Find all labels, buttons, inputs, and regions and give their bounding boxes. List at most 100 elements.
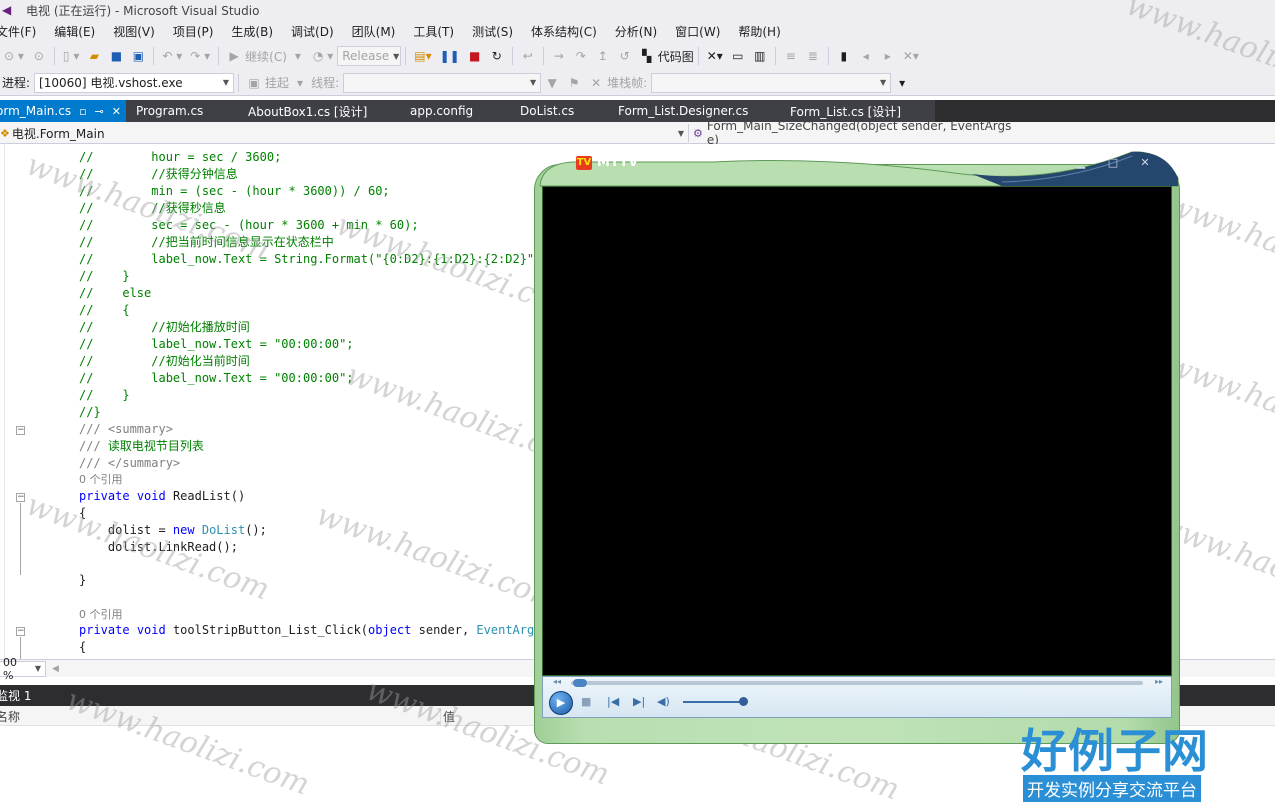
tab-label: Form_List.Designer.cs bbox=[618, 104, 749, 118]
scroll-left-icon[interactable]: ◀ bbox=[52, 664, 59, 674]
code-line: /// </summary> bbox=[79, 455, 180, 472]
step-into-icon[interactable]: → bbox=[550, 46, 568, 66]
save-all-icon[interactable]: ▣ bbox=[129, 46, 147, 66]
toolbar-separator bbox=[827, 47, 829, 65]
dropdown-icon[interactable]: ▾ bbox=[291, 73, 309, 93]
class-icon: ❖ bbox=[0, 126, 10, 140]
toolbar-separator bbox=[511, 47, 513, 65]
next-icon[interactable]: ▶| bbox=[633, 695, 645, 709]
show-next-statement-icon[interactable]: ↩ bbox=[519, 46, 537, 66]
code-line: /// <summary> bbox=[79, 421, 173, 438]
flag-icon[interactable]: ⚑ bbox=[565, 73, 583, 93]
next-bookmark-icon[interactable]: ▸ bbox=[879, 46, 897, 66]
previous-icon[interactable]: |◀ bbox=[607, 695, 619, 709]
minimize-icon[interactable]: ▁ bbox=[1074, 157, 1088, 169]
tab-form-main[interactable]: orm_Main.cs ▫ ⊸ ✕ bbox=[0, 100, 126, 122]
stop-debugging-icon[interactable]: ■ bbox=[466, 46, 484, 66]
menu-tools[interactable]: 工具(T) bbox=[405, 23, 464, 40]
threads-icon[interactable]: ▭ bbox=[729, 46, 747, 66]
suspend-button[interactable]: 挂起 bbox=[265, 74, 289, 91]
break-all-icon[interactable]: ❚❚ bbox=[438, 46, 462, 66]
menu-file[interactable]: 文件(F) bbox=[0, 23, 46, 40]
prev-bookmark-icon[interactable]: ◂ bbox=[857, 46, 875, 66]
menu-window[interactable]: 窗口(W) bbox=[667, 23, 730, 40]
menu-test[interactable]: 测试(S) bbox=[464, 23, 523, 40]
attach-icon[interactable]: ◔ ▾ bbox=[311, 46, 335, 66]
stop-icon[interactable]: ■ bbox=[581, 695, 591, 709]
tab-dolist[interactable]: DoList.cs bbox=[510, 100, 608, 122]
threads-flag-icon[interactable]: ✕ bbox=[587, 73, 605, 93]
menu-analyze[interactable]: 分析(N) bbox=[607, 23, 667, 40]
menu-debug[interactable]: 调试(D) bbox=[283, 23, 344, 40]
restart-icon[interactable]: ↻ bbox=[488, 46, 506, 66]
seek-handle[interactable] bbox=[573, 679, 587, 687]
code-map-button[interactable]: 代码图 bbox=[658, 48, 694, 65]
find-in-files-icon[interactable]: ▤▾ bbox=[412, 46, 433, 66]
keep-open-icon[interactable]: ⊸ bbox=[95, 105, 104, 118]
close-icon[interactable]: ✕ bbox=[1138, 157, 1152, 169]
zoom-dropdown[interactable]: 00 % ▼ bbox=[0, 656, 46, 682]
pin-icon[interactable]: ▫ bbox=[79, 105, 86, 118]
bookmark-icon[interactable]: ▮ bbox=[835, 46, 853, 66]
menu-architecture[interactable]: 体系结构(C) bbox=[523, 23, 607, 40]
keyword: object bbox=[368, 623, 412, 637]
play-button[interactable]: ▶ bbox=[549, 691, 573, 715]
tab-app-config[interactable]: app.config bbox=[400, 100, 510, 122]
dropdown-icon[interactable]: ▾ bbox=[289, 46, 307, 66]
seek-bar[interactable] bbox=[571, 681, 1143, 685]
forward-icon[interactable]: ⊙ bbox=[30, 46, 48, 66]
new-project-icon[interactable]: ▯ ▾ bbox=[61, 46, 81, 66]
stack-frame-dropdown[interactable]: ▼ bbox=[651, 72, 892, 93]
save-icon[interactable]: ■ bbox=[107, 46, 125, 66]
open-folder-icon[interactable]: ▰ bbox=[85, 46, 103, 66]
close-icon[interactable]: ✕ bbox=[112, 105, 121, 118]
menu-build[interactable]: 生成(B) bbox=[223, 23, 283, 40]
clear-bookmarks-icon[interactable]: ✕▾ bbox=[901, 46, 921, 66]
volume-icon[interactable]: ◀) bbox=[657, 695, 670, 709]
menu-project[interactable]: 项目(P) bbox=[165, 23, 224, 40]
configuration-dropdown[interactable]: Release ▼ bbox=[337, 46, 402, 66]
tab-program[interactable]: Program.cs bbox=[126, 100, 238, 122]
step-over-icon[interactable]: ↷ bbox=[572, 46, 590, 66]
column-value[interactable]: 值 bbox=[440, 708, 455, 725]
code-map-icon[interactable]: ▚ bbox=[638, 46, 656, 66]
column-name[interactable]: 名称 bbox=[0, 708, 20, 725]
process-dropdown[interactable]: [10060] 电视.vshost.exe ▼ bbox=[34, 72, 235, 93]
step-out-icon[interactable]: ↥ bbox=[594, 46, 612, 66]
tab-aboutbox-designer[interactable]: AboutBox1.cs [设计] bbox=[238, 100, 400, 122]
filter-icon[interactable]: ▼ bbox=[543, 73, 561, 93]
continue-icon[interactable]: ▶ bbox=[225, 46, 243, 66]
toolbar-separator bbox=[53, 47, 55, 65]
stack-icon[interactable]: ▥ bbox=[751, 46, 769, 66]
continue-button[interactable]: 继续(C) bbox=[245, 48, 287, 65]
undo-icon[interactable]: ↶ ▾ bbox=[160, 46, 184, 66]
code-line: // //初始化播放时间 bbox=[79, 320, 250, 334]
volume-handle[interactable] bbox=[739, 697, 748, 706]
collapse-icon[interactable]: − bbox=[16, 426, 25, 435]
suspend-icon[interactable]: ▣ bbox=[245, 73, 263, 93]
codelens-references[interactable]: 0 个引用 bbox=[79, 471, 123, 488]
uncomment-icon[interactable]: ≣ bbox=[804, 46, 822, 66]
chevron-down-icon: ▼ bbox=[880, 78, 887, 87]
toolbar-options-icon[interactable]: ▾ bbox=[893, 73, 911, 93]
video-screen[interactable] bbox=[542, 186, 1172, 676]
redo-icon[interactable]: ↷ ▾ bbox=[188, 46, 212, 66]
hex-display-icon[interactable]: ✕▾ bbox=[705, 46, 725, 66]
class-dropdown[interactable]: ❖ 电视.Form_Main ▼ bbox=[0, 124, 688, 142]
thread-dropdown[interactable]: ▼ bbox=[343, 72, 542, 93]
toolbar-separator bbox=[405, 47, 407, 65]
collapse-icon[interactable]: − bbox=[16, 493, 25, 502]
menu-edit[interactable]: 编辑(E) bbox=[46, 23, 105, 40]
codelens-references[interactable]: 0 个引用 bbox=[79, 606, 123, 623]
member-dropdown[interactable]: ⚙ Form_Main_SizeChanged(object sender, E… bbox=[688, 119, 1018, 147]
menu-team[interactable]: 团队(M) bbox=[344, 23, 406, 40]
comment-icon[interactable]: ≡ bbox=[782, 46, 800, 66]
menu-view[interactable]: 视图(V) bbox=[105, 23, 165, 40]
maximize-icon[interactable]: □ bbox=[1106, 157, 1120, 169]
refresh-icon[interactable]: ↺ bbox=[616, 46, 634, 66]
menu-help[interactable]: 帮助(H) bbox=[730, 23, 790, 40]
volume-slider[interactable] bbox=[683, 701, 743, 703]
back-icon[interactable]: ⊙ ▾ bbox=[2, 46, 26, 66]
mytv-player-window[interactable]: TV MYTV ▁ □ ✕ ◂◂ ▸▸ ▶ ■ |◀ ▶| ◀) bbox=[532, 146, 1182, 746]
collapse-icon[interactable]: − bbox=[16, 627, 25, 636]
